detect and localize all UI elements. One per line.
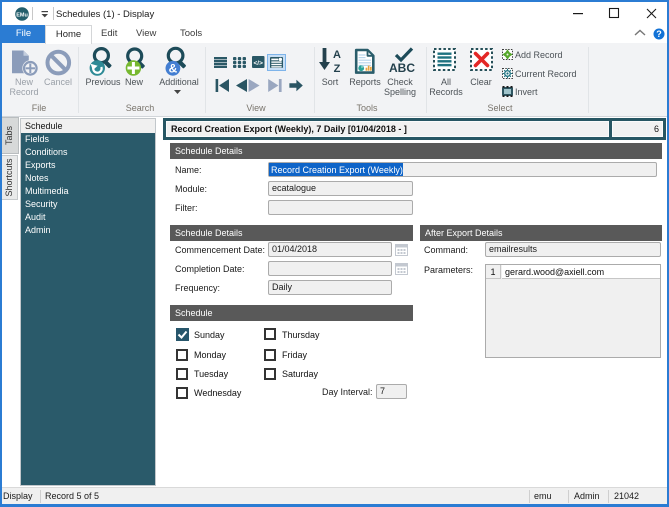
svg-text:ABC: ABC: [389, 61, 415, 74]
svg-text:</>: </>: [253, 60, 263, 67]
svg-text:Z: Z: [334, 63, 341, 74]
svg-text:&: &: [169, 62, 178, 76]
svg-text:EMu: EMu: [16, 12, 28, 18]
svg-text:A: A: [333, 49, 341, 61]
svg-text:?: ?: [656, 29, 662, 39]
